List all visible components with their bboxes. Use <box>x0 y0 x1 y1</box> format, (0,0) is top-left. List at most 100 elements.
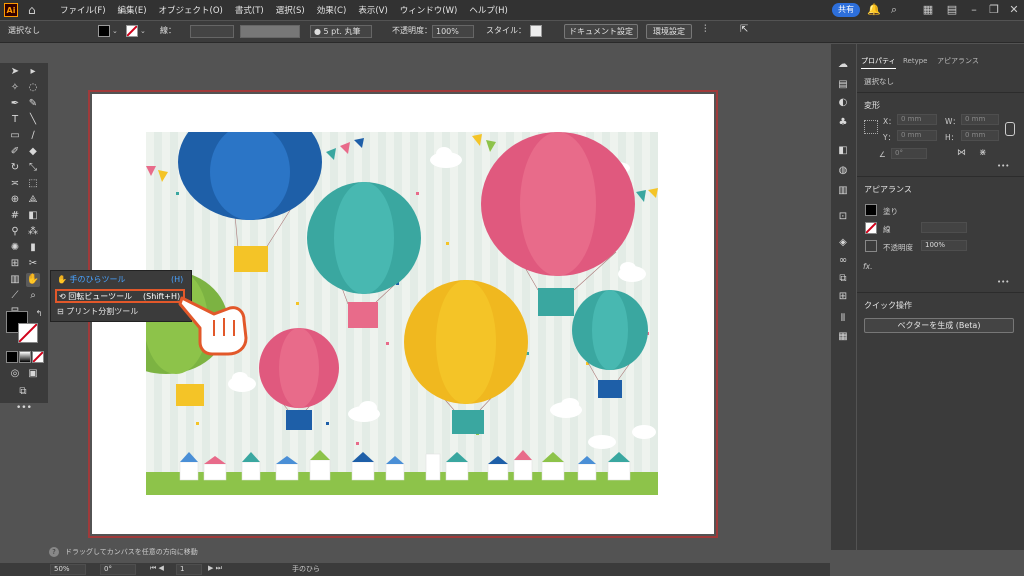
links-icon[interactable]: ∞ <box>836 254 850 268</box>
menu-select[interactable]: 選択(S) <box>276 4 305 16</box>
share-button[interactable]: 共有 <box>832 3 860 17</box>
brush-tool-icon[interactable]: ∕ <box>26 129 40 143</box>
draw-mode-icon[interactable]: ◎ <box>8 367 22 381</box>
transparency-icon[interactable]: ◍ <box>836 164 850 178</box>
line-tool-icon[interactable]: ╲ <box>26 113 40 127</box>
graph-tool-icon[interactable]: ▥ <box>8 273 22 287</box>
tab-appearance[interactable]: アピアランス <box>937 54 979 68</box>
fx-icon[interactable]: fx. <box>863 262 872 271</box>
layers-icon[interactable]: ◈ <box>836 236 850 250</box>
menu-edit[interactable]: 編集(E) <box>118 4 147 16</box>
tab-properties[interactable]: プロパティ <box>861 54 896 69</box>
variable-width-select[interactable] <box>240 25 300 38</box>
slice-tool-icon[interactable]: ✂ <box>26 257 40 271</box>
stroke-swatch[interactable] <box>126 25 138 37</box>
flyout-print-tiling-tool[interactable]: ⊟ プリント分割ツール <box>57 305 138 319</box>
color-mode-icon[interactable] <box>6 351 18 363</box>
perspective-icon[interactable]: ⟁ <box>26 193 40 207</box>
menu-object[interactable]: オブジェクト(O) <box>159 4 223 16</box>
align-icon[interactable]: ⫶ <box>704 24 707 35</box>
magic-wand-icon[interactable]: ✧ <box>8 81 22 95</box>
symbol-sprayer-icon[interactable]: ✺ <box>8 241 22 255</box>
pathfinder-icon[interactable]: ⊞ <box>836 290 850 304</box>
direct-selection-tool-icon[interactable]: ▸ <box>26 65 40 79</box>
hand-tool-icon[interactable]: ✋ <box>26 273 40 287</box>
image-trace-icon[interactable]: ⊡ <box>836 210 850 224</box>
rotation-field[interactable]: 0° <box>100 564 136 575</box>
lasso-icon[interactable]: ◌ <box>26 81 40 95</box>
selection-tool-icon[interactable]: ➤ <box>8 65 22 79</box>
stroke-weight-field[interactable] <box>190 25 234 38</box>
brush-select[interactable]: ● 5 pt. 丸筆 <box>310 25 372 38</box>
zoom-field[interactable]: 50% <box>50 564 86 575</box>
gradient-tool-icon[interactable]: ◧ <box>26 209 40 223</box>
stroke-label-panel[interactable]: 線 <box>883 224 891 235</box>
x-field[interactable]: 0 mm <box>897 114 937 125</box>
layout-icon[interactable]: ▤ <box>944 2 960 18</box>
generate-vector-button[interactable]: ベクターを生成 (Beta) <box>864 318 1014 333</box>
menu-type[interactable]: 書式(T) <box>235 4 264 16</box>
swap-icon[interactable]: ↰ <box>32 307 46 321</box>
tab-retype[interactable]: Retype <box>903 54 928 68</box>
search-icon[interactable]: ⌕ <box>886 2 902 18</box>
document-settings-button[interactable]: ドキュメント設定 <box>564 24 638 39</box>
swatches-icon[interactable]: ♣ <box>836 116 850 130</box>
minimize-icon[interactable]: – <box>966 2 982 18</box>
knife-icon[interactable]: ⟋ <box>8 289 22 303</box>
flyout-rotate-view-tool[interactable]: ⟲ 回転ビューツール (Shift+H) <box>55 289 185 303</box>
fill-swatch[interactable] <box>98 25 110 37</box>
more-options-icon[interactable]: ••• <box>997 162 1009 170</box>
opacity-label[interactable]: 不透明度： <box>392 25 432 36</box>
rotate-tool-icon[interactable]: ↻ <box>8 161 22 175</box>
eraser-icon[interactable]: ◆ <box>26 145 40 159</box>
menu-file[interactable]: ファイル(F) <box>60 4 106 16</box>
opacity-label-panel[interactable]: 不透明度 <box>883 242 913 253</box>
constrain-proportions-icon[interactable] <box>1005 122 1015 136</box>
maximize-icon[interactable]: ❐ <box>986 2 1002 18</box>
properties-icon[interactable]: ▤ <box>836 78 850 92</box>
column-graph-icon[interactable]: ▮ <box>26 241 40 255</box>
none-mode-icon[interactable] <box>32 351 44 363</box>
close-icon[interactable]: ✕ <box>1006 2 1022 18</box>
fill-swatch-panel[interactable] <box>865 204 877 216</box>
screen-mode-icon[interactable]: ▣ <box>26 367 40 381</box>
opacity-field-panel[interactable]: 100% <box>921 240 967 251</box>
chevron-down-icon[interactable]: ⌄ <box>140 27 146 35</box>
libraries-icon[interactable]: ☁ <box>836 58 850 72</box>
artboards-icon[interactable]: ⧉ <box>836 272 850 286</box>
y-field[interactable]: 0 mm <box>897 130 937 141</box>
stroke-color-box[interactable] <box>18 323 38 343</box>
zoom-tool-icon[interactable]: ⌕ <box>26 289 40 303</box>
angle-field[interactable]: 0° <box>891 148 927 159</box>
bell-icon[interactable]: 🔔 <box>866 2 882 18</box>
type-tool-icon[interactable]: T <box>8 113 22 127</box>
menu-window[interactable]: ウィンドウ(W) <box>400 4 458 16</box>
artboard-number-field[interactable]: 1 <box>176 564 202 575</box>
chevron-down-icon[interactable]: ⌄ <box>112 27 118 35</box>
export-icon[interactable]: ⇱ <box>740 24 748 35</box>
eyedropper-icon[interactable]: ⚲ <box>8 225 22 239</box>
gradient-panel-icon[interactable]: ◧ <box>836 144 850 158</box>
more-tools-icon[interactable]: ⧉ <box>16 385 30 399</box>
stroke-weight-panel-field[interactable] <box>921 222 967 233</box>
curvature-icon[interactable]: ✎ <box>26 97 40 111</box>
menu-help[interactable]: ヘルプ(H) <box>469 4 508 16</box>
style-swatch[interactable] <box>530 25 542 37</box>
pen-tool-icon[interactable]: ✒ <box>8 97 22 111</box>
artboard-nav-prev-icon[interactable]: ⏮ ◀ <box>150 564 164 573</box>
flip-horizontal-icon[interactable]: ⋈ <box>957 148 966 158</box>
width-tool-icon[interactable]: ≍ <box>8 177 22 191</box>
opacity-field[interactable]: 100% <box>432 25 474 38</box>
preferences-button[interactable]: 環境設定 <box>646 24 692 39</box>
color-guide-icon[interactable]: ◐ <box>836 96 850 110</box>
character-icon[interactable]: ▦ <box>836 330 850 344</box>
flyout-hand-tool[interactable]: ✋ 手のひらツール (H) <box>57 273 183 287</box>
scale-tool-icon[interactable]: ⤡ <box>26 161 40 175</box>
gradient-mode-icon[interactable] <box>19 351 31 363</box>
artboard-tool-icon[interactable]: ⊞ <box>8 257 22 271</box>
appearance-icon[interactable]: ▥ <box>836 184 850 198</box>
shaper-icon[interactable]: ✐ <box>8 145 22 159</box>
artboard-nav-next-icon[interactable]: ▶ ⏭ <box>208 564 222 573</box>
flip-vertical-icon[interactable]: ⋇ <box>979 148 987 158</box>
home-icon[interactable]: ⌂ <box>28 3 42 17</box>
